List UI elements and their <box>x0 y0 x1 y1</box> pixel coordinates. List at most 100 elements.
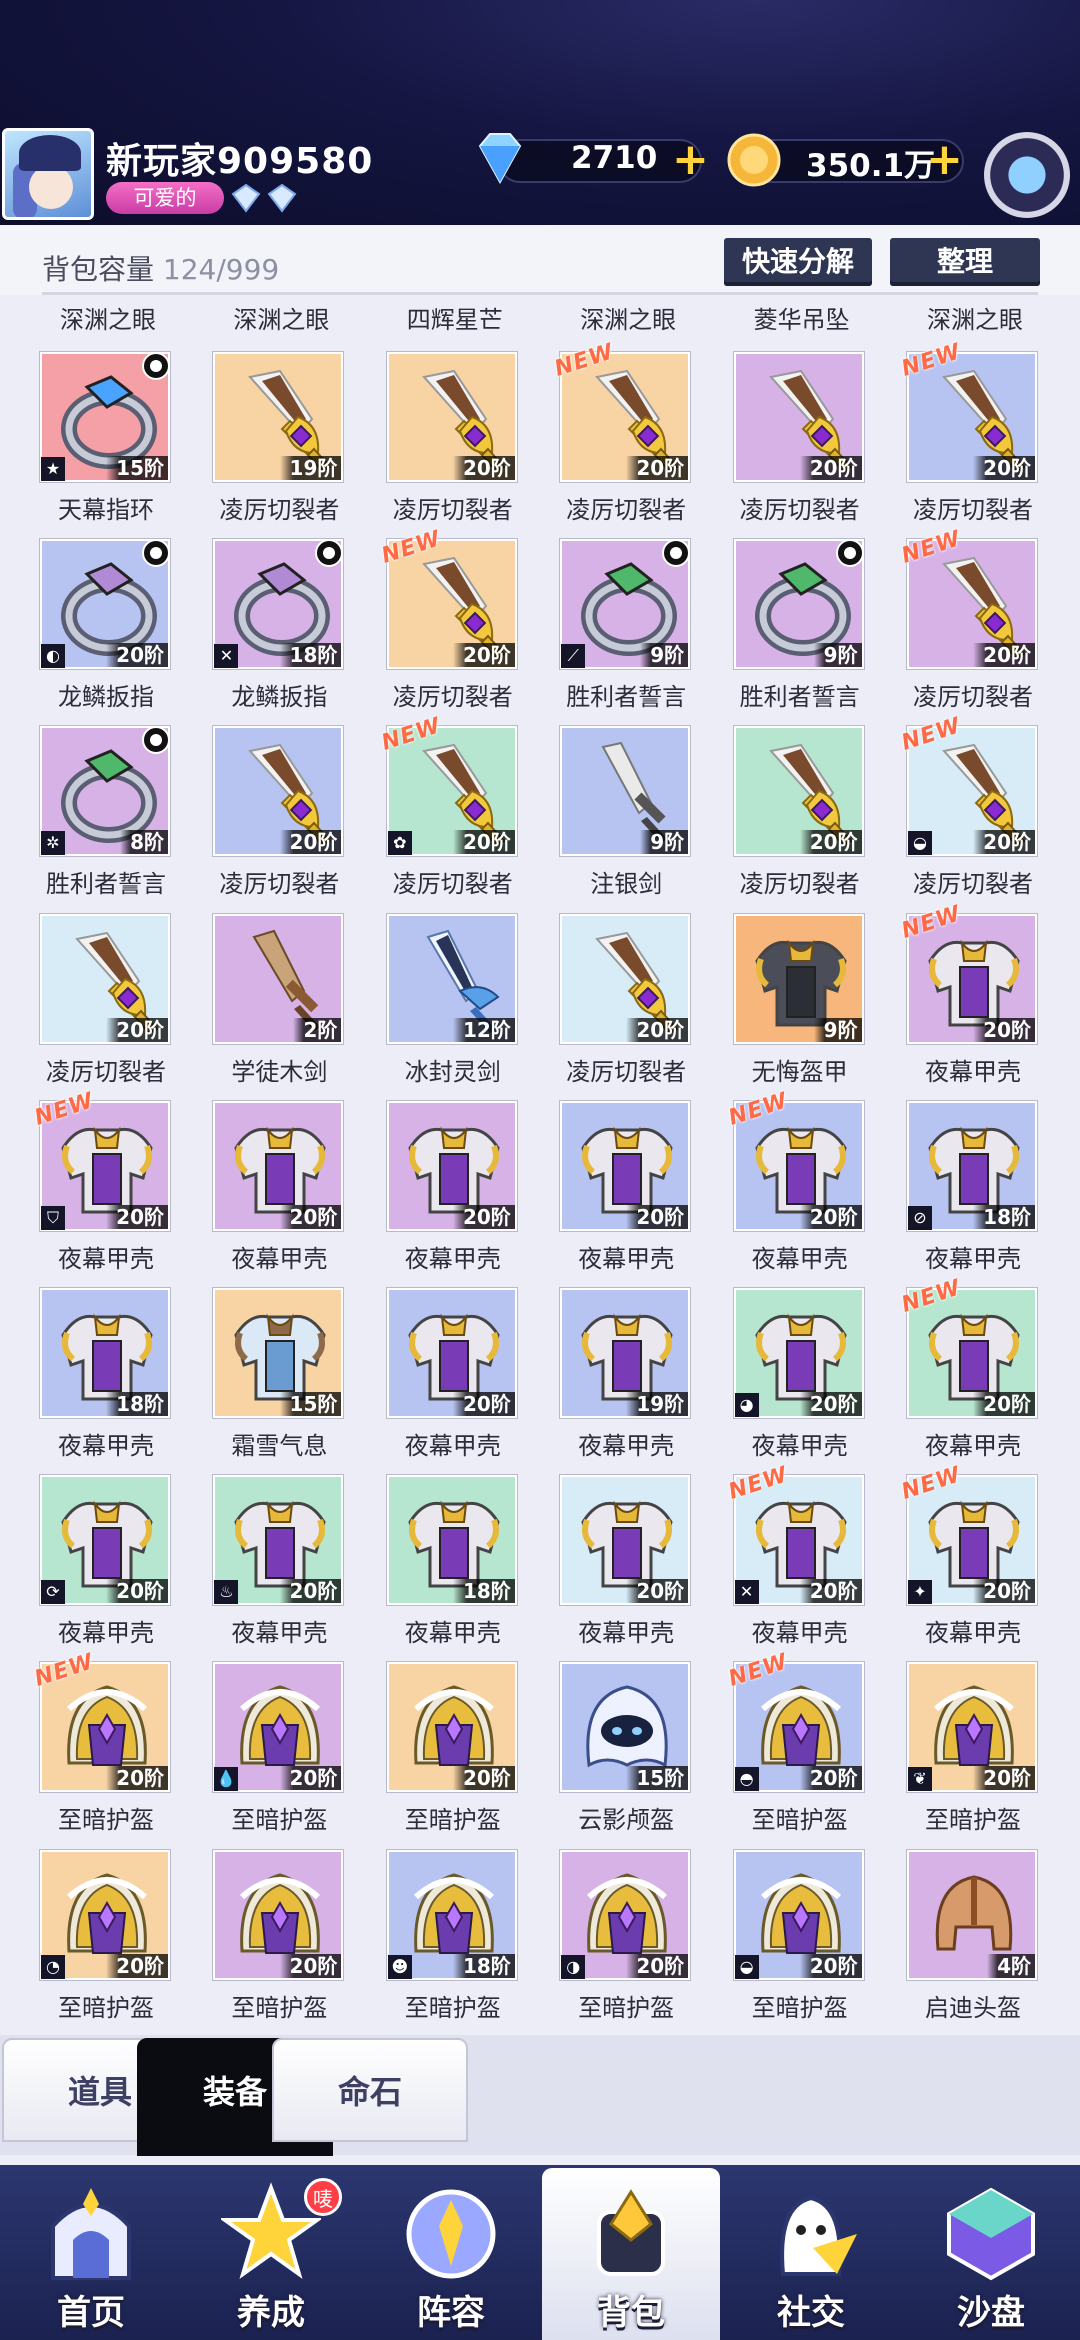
item-card[interactable]: ⊘ 18阶 <box>907 1100 1037 1231</box>
equipment-slot[interactable]: ◒ 20阶 NEW 凌厉切裂者 <box>899 714 1075 911</box>
item-card[interactable]: ❦ 20阶 <box>907 1662 1037 1793</box>
item-card[interactable]: 20阶 NEW <box>32 1650 170 1793</box>
equipment-slot[interactable]: 20阶 至暗护盔 <box>383 1660 555 1847</box>
item-card[interactable]: ✦ 20阶 NEW <box>899 1462 1037 1606</box>
equipment-slot[interactable]: ⟋ 9阶 胜利者誓言 <box>556 537 728 724</box>
item-card[interactable]: ◑ 20阶 <box>560 1849 691 1980</box>
equipment-slot[interactable]: ✕ 20阶 NEW 夜幕甲壳 <box>725 1462 902 1660</box>
equipment-slot[interactable]: ✦ 20阶 NEW 夜幕甲壳 <box>899 1462 1075 1660</box>
item-card[interactable]: 19阶 <box>560 1288 691 1418</box>
item-card[interactable]: 20阶 <box>560 913 691 1044</box>
item-card[interactable]: ◒ 20阶 <box>733 1849 864 1980</box>
equipment-slot[interactable]: 9阶 注银剑 <box>556 724 728 911</box>
item-card[interactable]: ◔ 20阶 <box>40 1849 170 1980</box>
nav-backpack[interactable]: 背包 <box>542 2168 720 2340</box>
player-avatar[interactable] <box>2 128 94 220</box>
item-card[interactable]: ◒ 20阶 NEW <box>899 714 1037 857</box>
equipment-slot[interactable]: 20阶 NEW 至暗护盔 <box>32 1650 208 1847</box>
item-card[interactable]: 20阶 <box>733 352 864 482</box>
item-card[interactable]: ⟳ 20阶 <box>40 1475 170 1606</box>
quick-decompose-button[interactable]: 快速分解 <box>724 238 872 286</box>
item-card[interactable]: 20阶 NEW <box>899 526 1037 670</box>
equipment-slot[interactable]: ✕ 18阶 龙鳞扳指 <box>209 537 381 724</box>
equipment-slot[interactable]: ◔ 20阶 至暗护盔 <box>36 1848 208 2035</box>
sort-button[interactable]: 整理 <box>890 238 1040 286</box>
equipment-slot[interactable]: 20阶 NEW 夜幕甲壳 <box>899 1275 1075 1473</box>
equipment-slot[interactable]: 20阶 NEW 夜幕甲壳 <box>725 1088 902 1286</box>
item-card[interactable]: 20阶 NEW <box>552 339 691 482</box>
equipment-slot[interactable]: 15阶 霜雪气息 <box>209 1286 381 1473</box>
equipment-slot[interactable]: ☻ 18阶 至暗护盔 <box>383 1848 555 2035</box>
equipment-slot[interactable]: 4阶 启迪头盔 <box>903 1848 1075 2035</box>
item-card[interactable]: ◓ 20阶 NEW <box>725 1650 864 1793</box>
equipment-slot[interactable]: 15阶 云影颅盔 <box>556 1660 728 1847</box>
item-card[interactable]: ★ 15阶 <box>40 352 170 482</box>
item-card[interactable]: 20阶 <box>386 1662 517 1793</box>
equipment-slot[interactable]: 20阶 夜幕甲壳 <box>209 1099 381 1286</box>
item-card[interactable]: 20阶 <box>386 1288 517 1418</box>
item-card[interactable]: 9阶 <box>733 539 864 670</box>
player-title-tag[interactable]: 可爱的 <box>106 182 224 214</box>
equipment-slot[interactable]: 20阶 NEW 夜幕甲壳 <box>899 901 1075 1099</box>
equipment-slot[interactable]: ◒ 20阶 至暗护盔 <box>730 1848 902 2035</box>
tab-fate-stone[interactable]: 命石 <box>272 2038 468 2142</box>
item-card[interactable]: 9阶 <box>560 726 691 857</box>
add-gems-button[interactable]: + <box>672 138 709 182</box>
item-card[interactable]: 19阶 <box>213 352 344 482</box>
equipment-slot[interactable]: 20阶 NEW 凌厉切裂者 <box>378 526 555 724</box>
item-card[interactable]: ✿ 20阶 NEW <box>378 714 517 857</box>
item-card[interactable]: 18阶 <box>386 1475 517 1606</box>
add-coins-button[interactable]: + <box>926 138 963 182</box>
item-card[interactable]: 20阶 <box>560 1475 691 1606</box>
equipment-slot[interactable]: ◐ 20阶 龙鳞扳指 <box>36 537 208 724</box>
equipment-slot[interactable]: 20阶 NEW 凌厉切裂者 <box>899 526 1075 724</box>
nav-ghost-mail[interactable]: 社交 <box>722 2168 900 2340</box>
item-card[interactable]: ✲ 8阶 <box>40 726 170 857</box>
nav-sandbox-cube[interactable]: 沙盘 <box>902 2168 1080 2340</box>
equipment-slot[interactable]: 20阶 凌厉切裂者 <box>556 912 728 1099</box>
equipment-slot[interactable]: 20阶 夜幕甲壳 <box>383 1286 555 1473</box>
item-card[interactable]: 20阶 <box>386 352 517 482</box>
item-card[interactable]: 15阶 <box>213 1288 344 1418</box>
nav-formation-shield[interactable]: 阵容 <box>362 2168 540 2340</box>
nav-home-gate[interactable]: 首页 <box>2 2168 180 2340</box>
item-card[interactable]: ◕ 20阶 <box>733 1288 864 1418</box>
equipment-slot[interactable]: 18阶 夜幕甲壳 <box>383 1473 555 1660</box>
equipment-slot[interactable]: ★ 15阶 天幕指环 <box>36 350 208 537</box>
equipment-slot[interactable]: 20阶 NEW 凌厉切裂者 <box>552 339 728 537</box>
item-card[interactable]: ◐ 20阶 <box>40 539 170 670</box>
item-card[interactable]: 4阶 <box>907 1849 1037 1980</box>
item-card[interactable]: 20阶 <box>560 1100 691 1231</box>
equipment-slot[interactable]: ◕ 20阶 夜幕甲壳 <box>730 1286 902 1473</box>
equipment-slot[interactable]: ⛉ 20阶 NEW 夜幕甲壳 <box>32 1088 208 1286</box>
equipment-slot[interactable]: ⟳ 20阶 夜幕甲壳 <box>36 1473 208 1660</box>
item-card[interactable]: 20阶 NEW <box>899 339 1037 482</box>
item-card[interactable]: 20阶 NEW <box>899 1275 1037 1418</box>
item-card[interactable]: 20阶 <box>213 1849 344 1980</box>
item-card[interactable]: ⟋ 9阶 <box>560 539 691 670</box>
equipment-slot[interactable]: 20阶 凌厉切裂者 <box>730 724 902 911</box>
equipment-slot[interactable]: 19阶 夜幕甲壳 <box>556 1286 728 1473</box>
equipment-slot[interactable]: 20阶 夜幕甲壳 <box>556 1473 728 1660</box>
equipment-slot[interactable]: ❦ 20阶 至暗护盔 <box>903 1660 1075 1847</box>
equipment-slot[interactable]: 12阶 冰封灵剑 <box>383 912 555 1099</box>
equipment-slot[interactable]: ✲ 8阶 胜利者誓言 <box>36 724 208 911</box>
item-card[interactable]: 20阶 <box>213 1100 344 1231</box>
equipment-slot[interactable]: 20阶 NEW 凌厉切裂者 <box>899 339 1075 537</box>
equipment-slot[interactable]: 20阶 凌厉切裂者 <box>383 350 555 537</box>
nav-star-upgrade[interactable]: 养成 唛 <box>182 2168 360 2340</box>
equipment-slot[interactable]: 20阶 凌厉切裂者 <box>36 912 208 1099</box>
equipment-slot[interactable]: 20阶 夜幕甲壳 <box>383 1099 555 1286</box>
item-card[interactable]: 12阶 <box>386 913 517 1044</box>
equipment-slot[interactable]: 18阶 夜幕甲壳 <box>36 1286 208 1473</box>
item-card[interactable]: ♨ 20阶 <box>213 1475 344 1606</box>
item-card[interactable]: 20阶 <box>40 913 170 1044</box>
settings-gear-icon[interactable] <box>984 132 1070 218</box>
equipment-slot[interactable]: 20阶 凌厉切裂者 <box>209 724 381 911</box>
item-card[interactable]: 20阶 <box>733 726 864 857</box>
item-card[interactable]: 20阶 <box>386 1100 517 1231</box>
equipment-slot[interactable]: 💧 20阶 至暗护盔 <box>209 1660 381 1847</box>
item-card[interactable]: 20阶 <box>213 726 344 857</box>
item-card[interactable]: 20阶 NEW <box>378 526 517 670</box>
equipment-slot[interactable]: 19阶 凌厉切裂者 <box>209 350 381 537</box>
